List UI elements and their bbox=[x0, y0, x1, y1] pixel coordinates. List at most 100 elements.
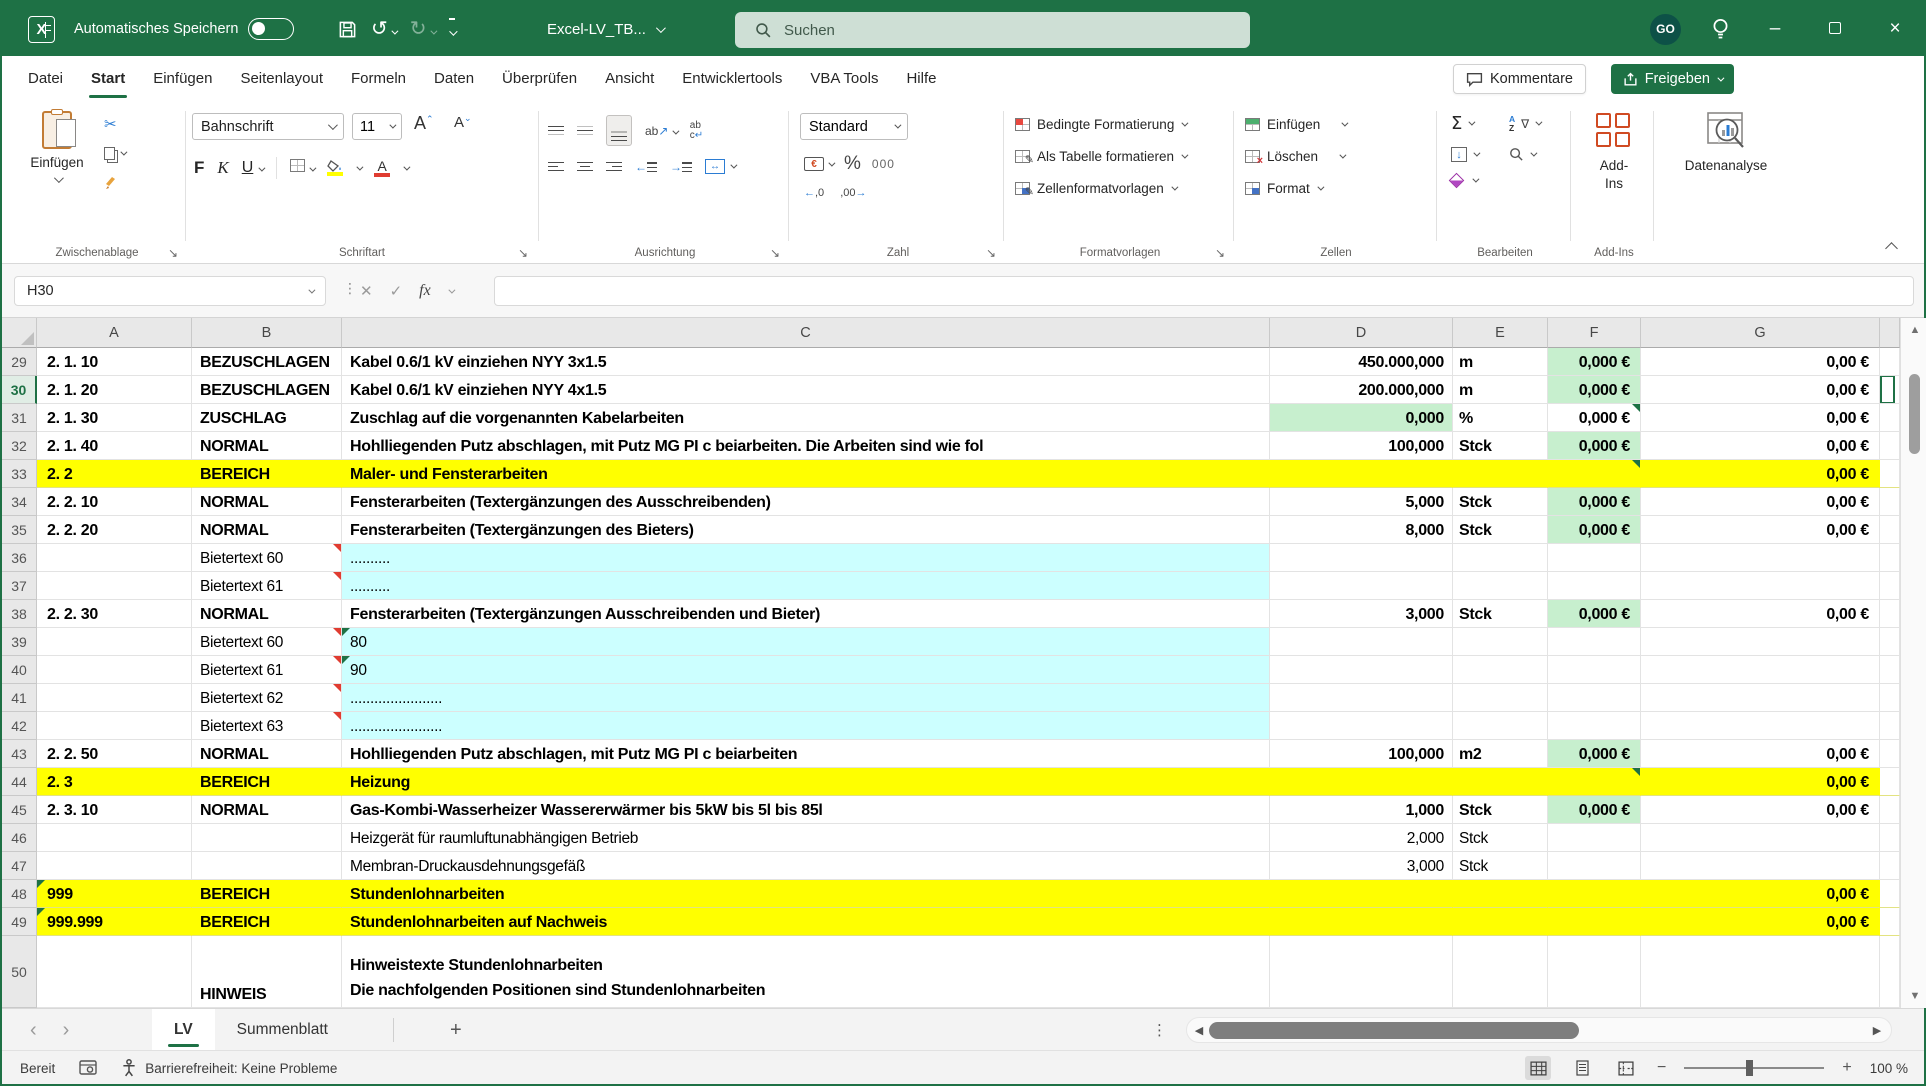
cell-H34-partial[interactable] bbox=[1880, 488, 1900, 516]
avatar[interactable]: GO bbox=[1650, 14, 1681, 45]
cell-C50[interactable]: Hinweistexte StundenlohnarbeitenDie nach… bbox=[342, 936, 1270, 1008]
cell-A37[interactable] bbox=[37, 572, 192, 600]
cell-A43[interactable]: 2. 2. 50 bbox=[37, 740, 192, 768]
cell-C30[interactable]: Kabel 0.6/1 kV einziehen NYY 4x1.5 bbox=[342, 376, 1270, 404]
collapse-ribbon-button[interactable] bbox=[1885, 242, 1898, 255]
cell-F39[interactable] bbox=[1548, 628, 1641, 656]
menu-tab-daten[interactable]: Daten bbox=[420, 56, 488, 101]
enter-formula-button[interactable]: ✓ bbox=[390, 282, 403, 300]
cell-B42[interactable]: Bietertext 63 bbox=[192, 712, 342, 740]
cell-F34[interactable]: 0,000 € bbox=[1548, 488, 1641, 516]
cell-B46[interactable] bbox=[192, 824, 342, 852]
formula-bar-splitter[interactable]: ⋮ bbox=[343, 281, 357, 297]
cell-D32[interactable]: 100,000 bbox=[1270, 432, 1453, 460]
undo-button[interactable]: ↺ bbox=[371, 19, 396, 39]
cut-button[interactable]: ✂ bbox=[104, 115, 125, 133]
cell-H31-partial[interactable] bbox=[1880, 404, 1900, 432]
menu-tab-ansicht[interactable]: Ansicht bbox=[591, 56, 668, 101]
cell-A38[interactable]: 2. 2. 30 bbox=[37, 600, 192, 628]
formula-input[interactable] bbox=[494, 276, 1914, 306]
cell-E35[interactable]: Stck bbox=[1453, 516, 1548, 544]
scroll-down-icon[interactable]: ▼ bbox=[1901, 990, 1926, 1002]
cell-C43[interactable]: Hohlliegenden Putz abschlagen, mit Putz … bbox=[342, 740, 1270, 768]
cell-B50[interactable]: HINWEIS bbox=[192, 936, 342, 1008]
prev-sheet-button[interactable]: ‹ bbox=[30, 1019, 37, 1042]
cell-D48[interactable] bbox=[1270, 880, 1453, 908]
format-painter-button[interactable] bbox=[104, 174, 125, 190]
accessibility-icon[interactable] bbox=[121, 1059, 137, 1077]
underline-button[interactable]: U bbox=[242, 159, 263, 177]
cell-H44-partial[interactable] bbox=[1880, 768, 1900, 796]
dialog-launcher-icon[interactable]: ↘ bbox=[168, 246, 178, 260]
cell-E29[interactable]: m bbox=[1453, 348, 1548, 376]
cell-G29[interactable]: 0,00 € bbox=[1641, 348, 1880, 376]
insert-cells-button[interactable]: Einfügen bbox=[1245, 117, 1346, 132]
cell-D50[interactable] bbox=[1270, 936, 1453, 1008]
cell-D46[interactable]: 2,000 bbox=[1270, 824, 1453, 852]
cell-B40[interactable]: Bietertext 61 bbox=[192, 656, 342, 684]
merge-center-button[interactable]: ↔ bbox=[705, 159, 735, 174]
addins-button[interactable]: Add-Ins bbox=[1578, 111, 1650, 193]
cell-A47[interactable] bbox=[37, 852, 192, 880]
cell-D41[interactable] bbox=[1270, 684, 1453, 712]
increase-font-button[interactable]: A⌃ bbox=[414, 113, 434, 134]
cell-G49[interactable]: 0,00 € bbox=[1641, 908, 1880, 936]
cell-C35[interactable]: Fensterarbeiten (Textergänzungen des Bie… bbox=[342, 516, 1270, 544]
column-header-F[interactable]: F bbox=[1548, 318, 1641, 348]
cell-C38[interactable]: Fensterarbeiten (Textergänzungen Ausschr… bbox=[342, 600, 1270, 628]
align-bottom-button[interactable] bbox=[606, 115, 632, 146]
scroll-right-icon[interactable]: ▶ bbox=[1865, 1024, 1889, 1037]
cell-C32[interactable]: Hohlliegenden Putz abschlagen, mit Putz … bbox=[342, 432, 1270, 460]
cell-C46[interactable]: Heizgerät für raumluftunabhängigen Betri… bbox=[342, 824, 1270, 852]
column-header-D[interactable]: D bbox=[1270, 318, 1453, 348]
cell-B35[interactable]: NORMAL bbox=[192, 516, 342, 544]
add-sheet-button[interactable]: + bbox=[450, 1009, 462, 1051]
row-header-33[interactable]: 33 bbox=[2, 460, 37, 488]
number-format-select[interactable]: Standard bbox=[800, 113, 908, 140]
cell-G32[interactable]: 0,00 € bbox=[1641, 432, 1880, 460]
cell-A30[interactable]: 2. 1. 20 bbox=[37, 376, 192, 404]
font-size-select[interactable]: 11 bbox=[352, 113, 402, 140]
cell-C47[interactable]: Membran-Druckausdehnungsgefäß bbox=[342, 852, 1270, 880]
cell-D44[interactable] bbox=[1270, 768, 1453, 796]
column-header-G[interactable]: G bbox=[1641, 318, 1880, 348]
cell-H37-partial[interactable] bbox=[1880, 572, 1900, 600]
scroll-left-icon[interactable]: ◀ bbox=[1187, 1024, 1211, 1037]
cell-E30[interactable]: m bbox=[1453, 376, 1548, 404]
find-select-button[interactable] bbox=[1509, 147, 1567, 162]
menu-tab-überprüfen[interactable]: Überprüfen bbox=[488, 56, 591, 101]
menu-tab-entwicklertools[interactable]: Entwicklertools bbox=[668, 56, 796, 101]
minimize-button[interactable]: – bbox=[1760, 18, 1790, 40]
cell-H35-partial[interactable] bbox=[1880, 516, 1900, 544]
cell-A50[interactable] bbox=[37, 936, 192, 1008]
cell-E43[interactable]: m2 bbox=[1453, 740, 1548, 768]
row-header-41[interactable]: 41 bbox=[2, 684, 37, 712]
clear-button[interactable] bbox=[1451, 175, 1509, 186]
cell-B32[interactable]: NORMAL bbox=[192, 432, 342, 460]
cell-F31[interactable]: 0,000 € bbox=[1548, 404, 1641, 432]
cell-F46[interactable] bbox=[1548, 824, 1641, 852]
cell-F45[interactable]: 0,000 € bbox=[1548, 796, 1641, 824]
cell-C36[interactable]: .......... bbox=[342, 544, 1270, 572]
cell-G48[interactable]: 0,00 € bbox=[1641, 880, 1880, 908]
cell-D30[interactable]: 200.000,000 bbox=[1270, 376, 1453, 404]
cell-B49[interactable]: BEREICH bbox=[192, 908, 342, 936]
row-header-42[interactable]: 42 bbox=[2, 712, 37, 740]
format-as-table-button[interactable]: ✎ Als Tabelle formatieren bbox=[1015, 149, 1186, 164]
cell-E45[interactable]: Stck bbox=[1453, 796, 1548, 824]
fill-color-button[interactable] bbox=[327, 160, 343, 176]
cell-B39[interactable]: Bietertext 60 bbox=[192, 628, 342, 656]
cell-H30-partial[interactable] bbox=[1880, 376, 1900, 404]
font-color-button[interactable]: A bbox=[374, 159, 390, 177]
cell-G43[interactable]: 0,00 € bbox=[1641, 740, 1880, 768]
cell-G41[interactable] bbox=[1641, 684, 1880, 712]
row-header-48[interactable]: 48 bbox=[2, 880, 37, 908]
cell-E37[interactable] bbox=[1453, 572, 1548, 600]
zoom-slider-thumb[interactable] bbox=[1746, 1060, 1753, 1076]
cell-F50[interactable] bbox=[1548, 936, 1641, 1008]
cell-D43[interactable]: 100,000 bbox=[1270, 740, 1453, 768]
italic-button[interactable]: K bbox=[217, 158, 228, 178]
cell-A48[interactable]: 999 bbox=[37, 880, 192, 908]
redo-button[interactable]: ↻ bbox=[410, 19, 435, 39]
cell-C33[interactable]: Maler- und Fensterarbeiten bbox=[342, 460, 1270, 488]
